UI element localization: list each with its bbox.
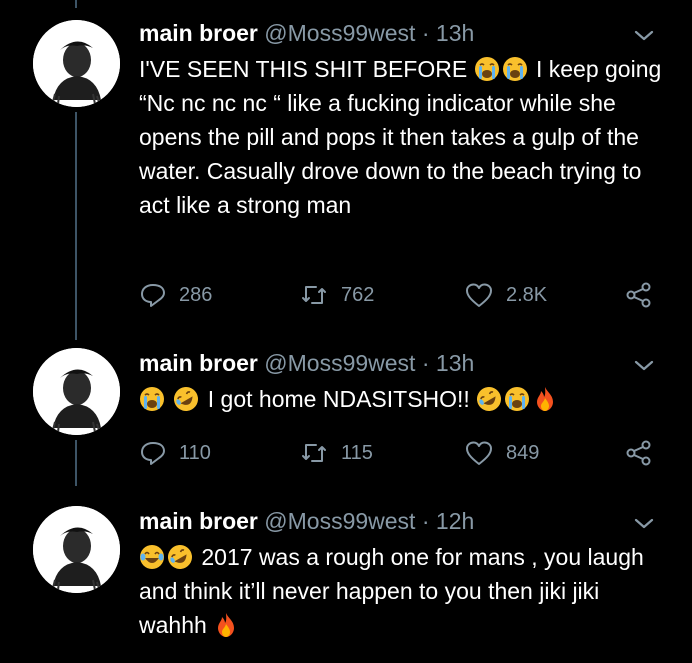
display-name[interactable]: main broer bbox=[139, 508, 258, 534]
reply-button[interactable]: 286 bbox=[139, 278, 212, 312]
user-handle[interactable]: @Moss99west bbox=[264, 350, 415, 376]
chevron-down-icon[interactable] bbox=[630, 22, 658, 50]
tears-of-joy-emoji bbox=[139, 544, 165, 570]
share-icon[interactable] bbox=[624, 280, 654, 310]
avatar[interactable] bbox=[33, 506, 120, 593]
like-count: 849 bbox=[506, 441, 540, 464]
tweet-text-part: I got home NDASITSHO!! bbox=[207, 386, 470, 412]
retweet-button[interactable]: 762 bbox=[299, 278, 374, 312]
share-icon[interactable] bbox=[624, 438, 654, 468]
crying-face-emoji bbox=[139, 386, 165, 412]
tweet-text: I'VE SEEN THIS SHIT BEFORE I keep going … bbox=[139, 52, 672, 222]
tweet-header: main broer @Moss99west · 13h bbox=[139, 18, 672, 48]
heart-icon bbox=[466, 283, 492, 307]
like-count: 2.8K bbox=[506, 283, 548, 306]
tweet-header: main broer @Moss99west · 13h bbox=[139, 348, 672, 378]
reply-button[interactable]: 110 bbox=[139, 436, 211, 470]
tweet-text-part: I'VE SEEN THIS SHIT BEFORE bbox=[139, 56, 468, 82]
rolling-laughing-emoji bbox=[476, 386, 502, 412]
display-name[interactable]: main broer bbox=[139, 20, 258, 46]
avatar[interactable] bbox=[33, 348, 120, 435]
chevron-down-icon[interactable] bbox=[630, 352, 658, 380]
retweet-button[interactable]: 115 bbox=[299, 436, 373, 470]
retweet-icon bbox=[302, 286, 326, 304]
tweet-1[interactable]: main broer @Moss99west · 13h I'VE SEEN T… bbox=[0, 0, 692, 340]
retweet-count: 762 bbox=[341, 283, 375, 306]
separator: · bbox=[421, 20, 430, 46]
user-handle[interactable]: @Moss99west bbox=[264, 508, 415, 534]
tweet-text: I got home NDASITSHO!! bbox=[139, 382, 672, 416]
fire-emoji bbox=[213, 612, 239, 638]
timestamp[interactable]: 13h bbox=[436, 350, 474, 376]
user-handle[interactable]: @Moss99west bbox=[264, 20, 415, 46]
reply-count: 110 bbox=[179, 441, 211, 464]
crying-face-emoji bbox=[474, 56, 500, 82]
tweet-actions: 286 762 2.8K bbox=[139, 278, 659, 312]
tweet-actions: 110 115 849 bbox=[139, 436, 659, 470]
crying-face-emoji bbox=[502, 56, 528, 82]
timestamp[interactable]: 12h bbox=[436, 508, 474, 534]
like-button[interactable]: 2.8K bbox=[464, 278, 547, 312]
like-button[interactable]: 849 bbox=[464, 436, 539, 470]
tweet-text: 2017 was a rough one for mans , you laug… bbox=[139, 540, 672, 642]
reply-icon bbox=[141, 284, 165, 307]
rolling-laughing-emoji bbox=[167, 544, 193, 570]
separator: · bbox=[421, 508, 430, 534]
tweet-3[interactable]: main broer @Moss99west · 12h 2017 was a … bbox=[0, 490, 692, 663]
reply-count: 286 bbox=[179, 283, 213, 306]
separator: · bbox=[421, 350, 430, 376]
fire-emoji bbox=[532, 386, 558, 412]
heart-icon bbox=[466, 441, 492, 465]
tweet-2[interactable]: main broer @Moss99west · 13h I got home … bbox=[0, 340, 692, 490]
retweet-count: 115 bbox=[341, 441, 373, 464]
reply-icon bbox=[141, 442, 165, 465]
rolling-laughing-emoji bbox=[173, 386, 199, 412]
timestamp[interactable]: 13h bbox=[436, 20, 474, 46]
chevron-down-icon[interactable] bbox=[630, 510, 658, 538]
display-name[interactable]: main broer bbox=[139, 350, 258, 376]
avatar[interactable] bbox=[33, 20, 120, 107]
retweet-icon bbox=[302, 444, 326, 462]
crying-face-emoji bbox=[504, 386, 530, 412]
tweet-header: main broer @Moss99west · 12h bbox=[139, 506, 672, 536]
